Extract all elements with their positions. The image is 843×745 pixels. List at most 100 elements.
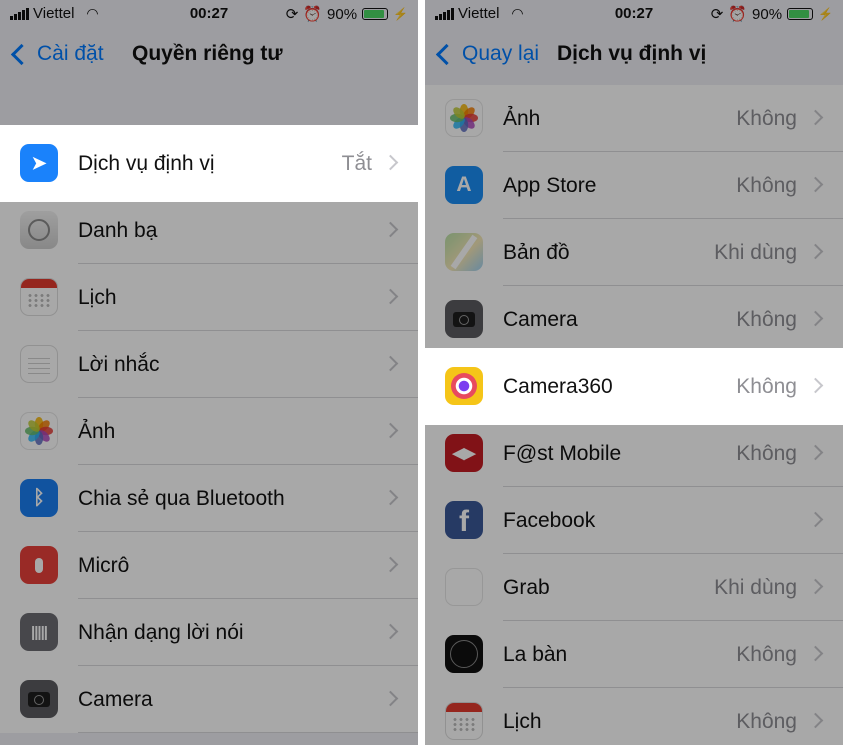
- chevron-right-icon: [807, 176, 824, 193]
- list-item[interactable]: ᛒ Chia sẻ qua Bluetooth: [0, 465, 418, 532]
- contacts-icon: [20, 211, 58, 249]
- compass-icon: [445, 635, 483, 673]
- item-label: Dịch vụ định vị: [78, 152, 215, 175]
- fast-mobile-icon: ◀▶: [445, 434, 483, 472]
- status-right-group: ⟳ ⏰ 90% ⚡: [285, 5, 408, 24]
- item-value: Không: [736, 442, 797, 465]
- chevron-right-icon: [382, 355, 399, 372]
- item-value: Không: [736, 308, 797, 331]
- chevron-right-icon: [807, 578, 824, 595]
- back-button[interactable]: Cài đặt: [10, 42, 104, 66]
- location-apps-list: Ảnh Không A App Store Không Bản đồ Khi dùng Cam…: [425, 85, 843, 745]
- item-label: Lịch: [78, 286, 117, 309]
- item-value: Khi dùng: [714, 576, 797, 599]
- location-arrow-icon: ➤: [20, 144, 58, 182]
- list-item[interactable]: Lịch Không: [425, 688, 843, 745]
- chevron-right-icon: [807, 310, 824, 327]
- location-services-screen: Viettel ◠ 00:27 ⟳ ⏰ 90% ⚡ Quay lại Dịch …: [425, 0, 843, 745]
- item-label: Ảnh: [503, 107, 541, 130]
- speech-recognition-icon: |||||: [20, 613, 58, 651]
- chevron-right-icon: [807, 377, 824, 394]
- chevron-right-icon: [807, 511, 824, 528]
- chevron-right-icon: [382, 154, 399, 171]
- chevron-right-icon: [807, 712, 824, 729]
- chevron-right-icon: [807, 243, 824, 260]
- battery-icon: [787, 8, 814, 20]
- item-label: Camera: [503, 308, 578, 331]
- back-label: Quay lại: [462, 42, 540, 65]
- item-label: Lời nhắc: [78, 353, 160, 376]
- page-title: Quyền riêng tư: [132, 42, 283, 65]
- list-item[interactable]: Ảnh Không: [425, 85, 843, 152]
- charging-icon: ⚡: [818, 7, 833, 21]
- chevron-right-icon: [807, 109, 824, 126]
- facebook-icon: f: [445, 501, 483, 539]
- list-item[interactable]: f Facebook: [425, 487, 843, 554]
- list-item[interactable]: Lịch: [0, 264, 418, 331]
- item-label: Grab: [503, 576, 550, 599]
- photos-icon: [445, 99, 483, 137]
- list-item[interactable]: Camera: [0, 666, 418, 733]
- camera360-icon: [445, 367, 483, 405]
- reminders-icon: [20, 345, 58, 383]
- status-right-group: ⟳ ⏰ 90% ⚡: [711, 5, 833, 24]
- list-item[interactable]: Bản đồ Khi dùng: [425, 219, 843, 286]
- privacy-list: ➤ Dịch vụ định vị Tắt Danh bạ Lịch Lời nhắc Ản…: [0, 130, 418, 733]
- battery-percent: 90%: [327, 5, 358, 23]
- calendar-icon: [445, 702, 483, 740]
- list-item[interactable]: A App Store Không: [425, 152, 843, 219]
- item-label: La bàn: [503, 643, 568, 666]
- item-label: Ảnh: [78, 420, 116, 443]
- list-item[interactable]: ◀▶ F@st Mobile Không: [425, 420, 843, 487]
- item-value: Không: [736, 375, 797, 398]
- chevron-right-icon: [382, 422, 399, 439]
- chevron-right-icon: [807, 444, 824, 461]
- battery-percent: 90%: [752, 5, 783, 23]
- item-label: Chia sẻ qua Bluetooth: [78, 487, 285, 510]
- privacy-screen: Viettel ◠ 00:27 ⟳ ⏰ 90% ⚡ Cài đặt Quyền …: [0, 0, 418, 745]
- calendar-icon: [20, 278, 58, 316]
- camera-icon: [20, 680, 58, 718]
- alarm-icon: ⏰: [303, 6, 323, 23]
- item-value: Không: [736, 107, 797, 130]
- screen-divider: [418, 0, 425, 745]
- chevron-right-icon: [382, 221, 399, 238]
- chevron-right-icon: [382, 489, 399, 506]
- camera-icon: [445, 300, 483, 338]
- list-item[interactable]: ||||| Nhận dạng lời nói: [0, 599, 418, 666]
- item-label: Danh bạ: [78, 219, 158, 242]
- list-item[interactable]: Danh bạ: [0, 197, 418, 264]
- navigation-bar: Quay lại Dịch vụ định vị: [425, 30, 843, 82]
- app-store-icon: A: [445, 166, 483, 204]
- chevron-right-icon: [382, 690, 399, 707]
- item-label: Bản đồ: [503, 241, 570, 264]
- item-label: App Store: [503, 174, 597, 197]
- battery-icon: [362, 8, 389, 20]
- back-label: Cài đặt: [37, 42, 104, 65]
- maps-icon: [445, 233, 483, 271]
- rotation-lock-icon: ⟳: [285, 6, 299, 23]
- list-item[interactable]: Ảnh: [0, 398, 418, 465]
- page-title: Dịch vụ định vị: [557, 42, 707, 65]
- row-separator: [78, 732, 418, 733]
- back-chevron-icon: [435, 43, 458, 65]
- back-chevron-icon: [10, 43, 33, 65]
- item-label: Micrô: [78, 554, 130, 577]
- chevron-right-icon: [807, 645, 824, 662]
- item-label: Facebook: [503, 509, 596, 532]
- chevron-right-icon: [382, 623, 399, 640]
- grab-icon: Grab: [445, 568, 483, 606]
- list-item[interactable]: ➤ Dịch vụ định vị Tắt: [0, 130, 418, 197]
- list-item[interactable]: Camera360 Không: [425, 353, 843, 420]
- list-item[interactable]: La bàn Không: [425, 621, 843, 688]
- list-item[interactable]: Camera Không: [425, 286, 843, 353]
- alarm-icon: ⏰: [728, 6, 748, 23]
- back-button[interactable]: Quay lại: [435, 42, 539, 66]
- list-item[interactable]: Lời nhắc: [0, 331, 418, 398]
- list-item[interactable]: Grab Grab Khi dùng: [425, 554, 843, 621]
- item-value: Không: [736, 174, 797, 197]
- photos-icon: [20, 412, 58, 450]
- list-item[interactable]: Micrô: [0, 532, 418, 599]
- bluetooth-icon: ᛒ: [20, 479, 58, 517]
- status-bar: Viettel ◠ 00:27 ⟳ ⏰ 90% ⚡: [425, 0, 843, 28]
